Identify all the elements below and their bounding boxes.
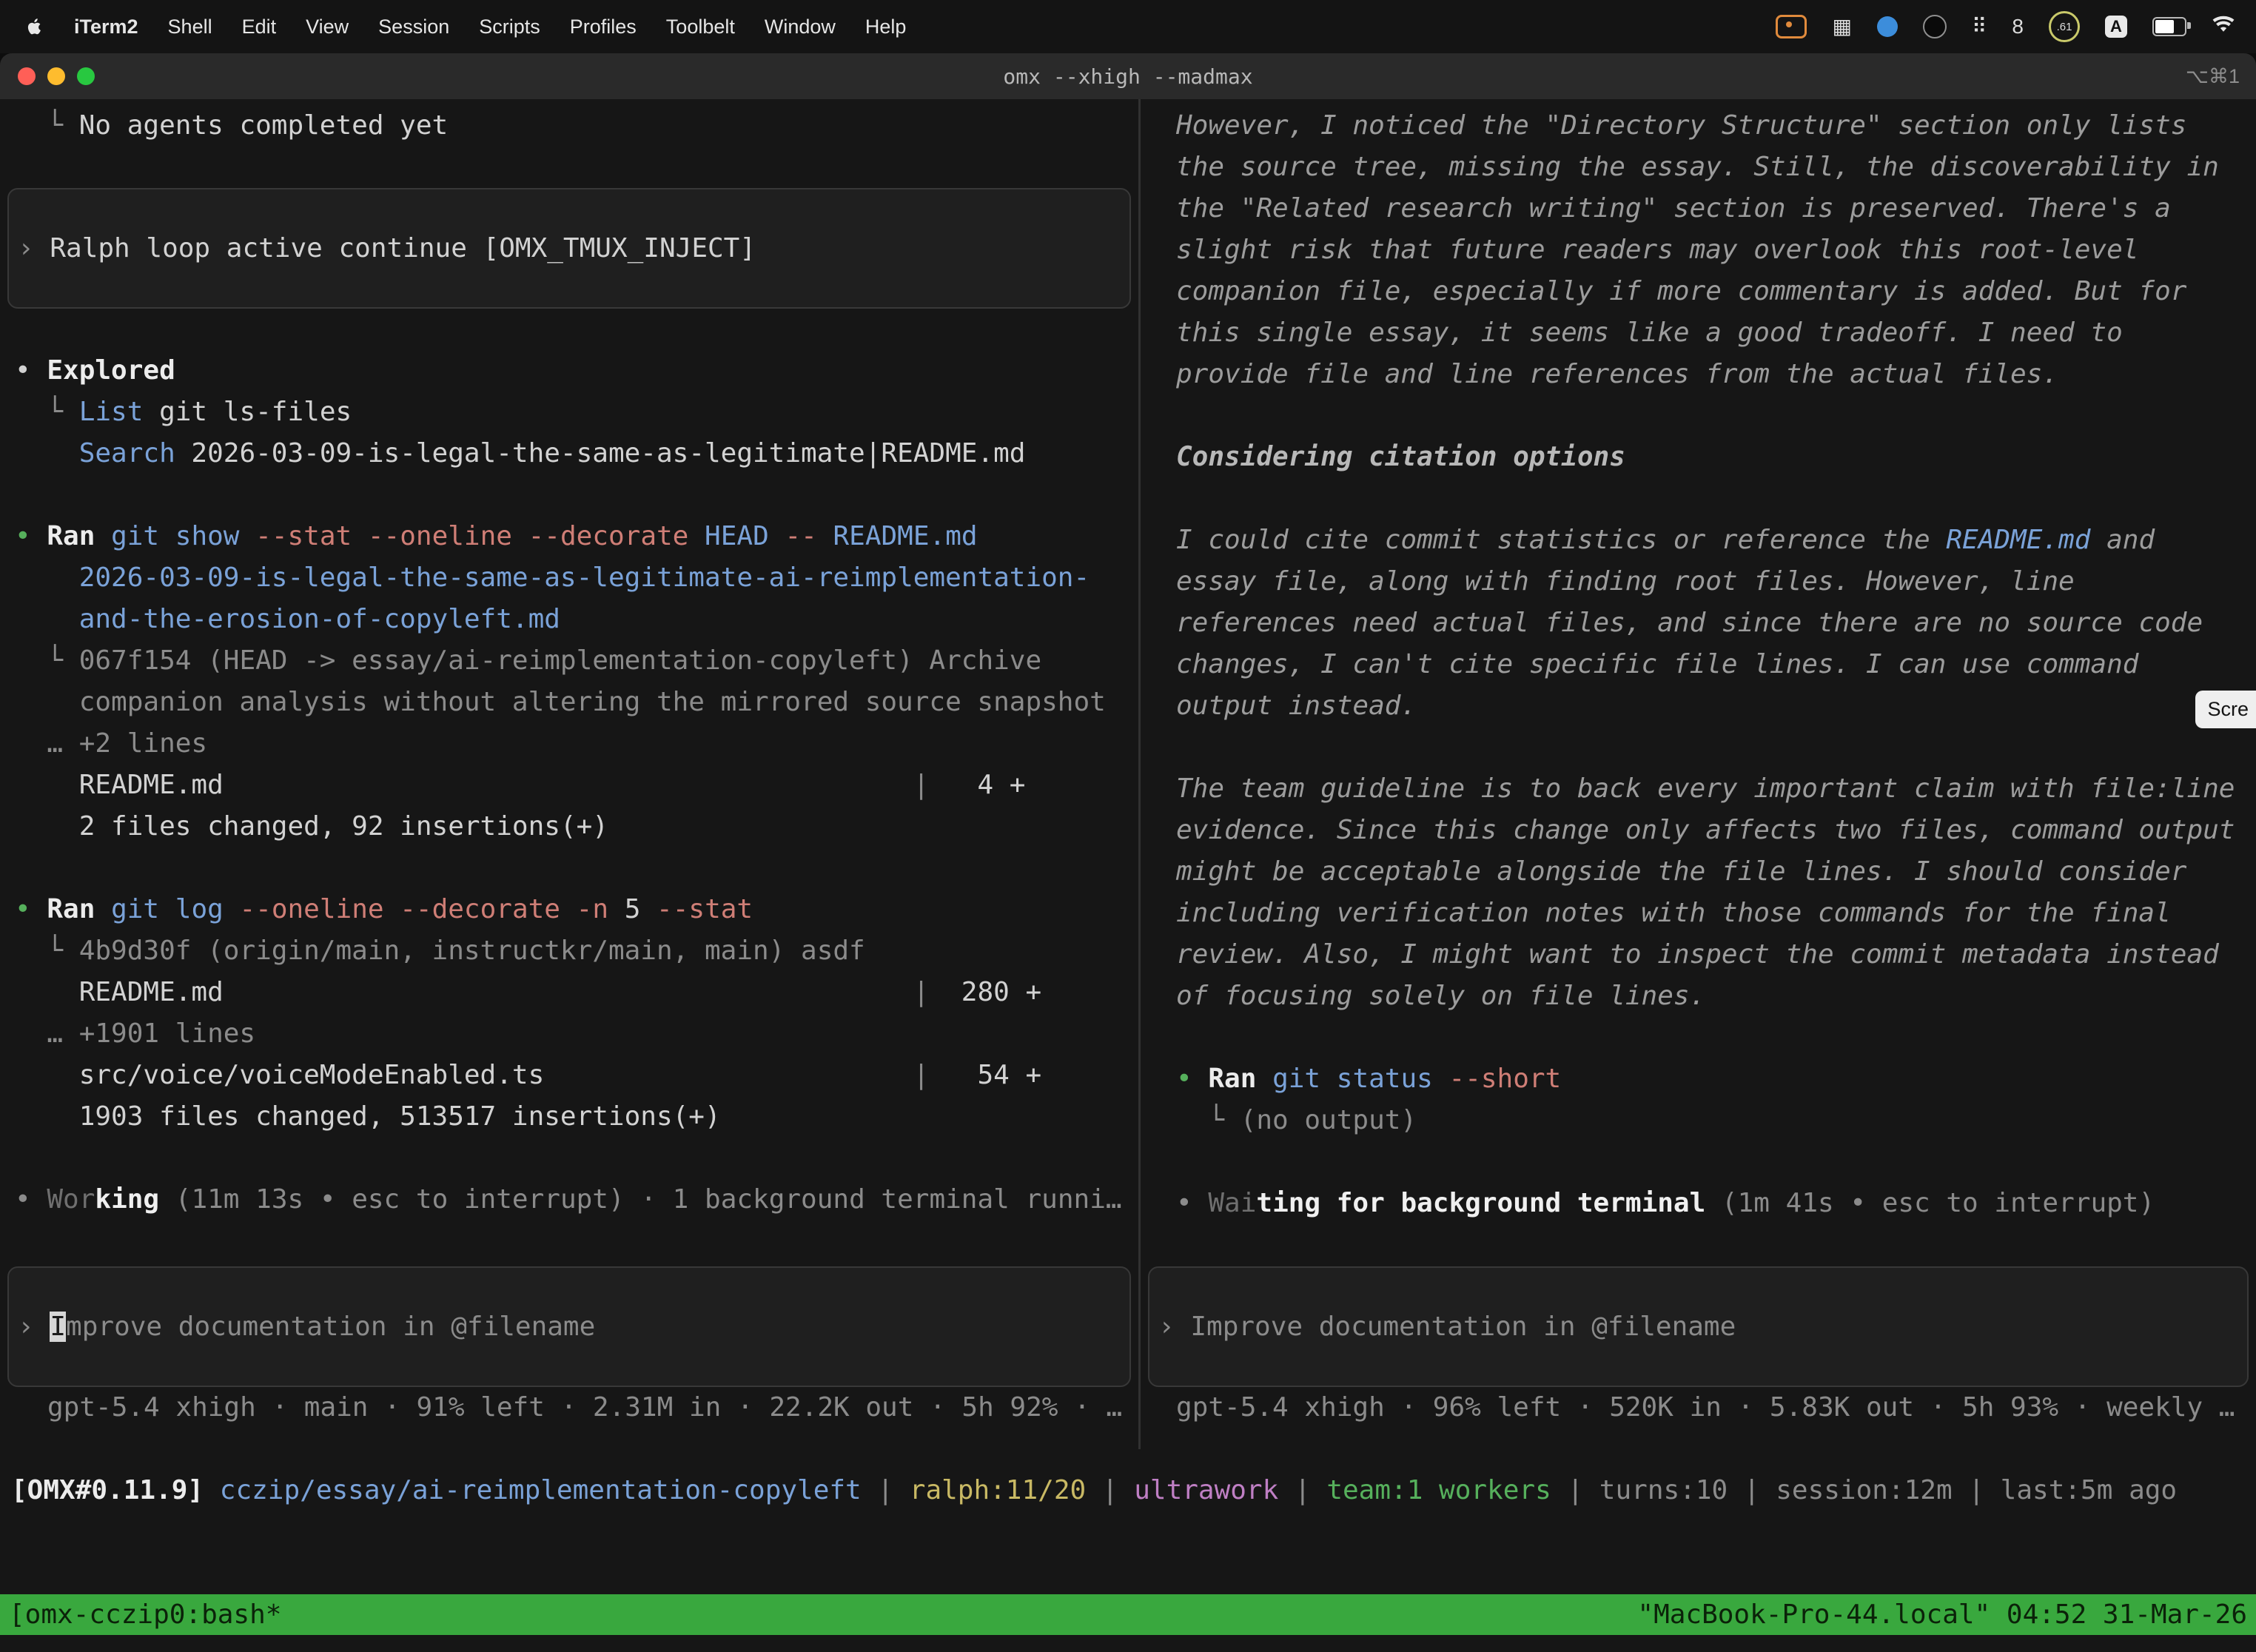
menu-window[interactable]: Window [765,16,836,38]
right-pane[interactable]: However, I noticed the "Directory Struct… [1141,99,2256,1449]
blank-line [1141,478,2256,520]
thinking-line: review. Also, I might want to inspect th… [1141,934,2256,976]
menu-scripts[interactable]: Scripts [479,16,540,38]
blank-line [0,1138,1138,1179]
thinking-line: evidence. Since this change only affects… [1141,810,2256,851]
blank-line [0,309,1138,350]
terminal-line: └ No agents completed yet [0,105,1138,147]
terminal-line: and-the-erosion-of-copyleft.md [0,599,1138,640]
screen-edge-tooltip-label: Scre [2207,698,2249,721]
battery-icon[interactable] [2152,17,2186,36]
blank-line [1141,727,2256,768]
macos-menu-bar: iTerm2 Shell Edit View Session Scripts P… [0,0,2256,53]
thinking-line: slight risk that future readers may over… [1141,229,2256,271]
window-shortcut: ⌥⌘1 [2186,53,2240,99]
ralph-loop-banner: › Ralph loop active continue [OMX_TMUX_I… [7,188,1131,309]
terminal-line: 2 files changed, 92 insertions(+) [0,806,1138,847]
prompt-input-left[interactable]: › Improve documentation in @filename [7,1266,1131,1387]
thinking-line: references need actual files, and since … [1141,602,2256,644]
git-status-command: • Ran git status --short [1141,1058,2256,1100]
wifi-icon[interactable] [2212,15,2235,39]
window-title: omx --xhigh --madmax [0,53,2256,99]
menu-app-name[interactable]: iTerm2 [74,16,138,38]
git-log-command: • Ran git log --oneline --decorate -n 5 … [0,889,1138,930]
screen-edge-tooltip[interactable]: Scre [2195,691,2256,728]
menu-toolbelt[interactable]: Toolbelt [666,16,735,38]
menu-help[interactable]: Help [865,16,907,38]
terminal-line: README.md | 4 + [0,765,1138,806]
menu-shell[interactable]: Shell [168,16,212,38]
terminal-line: 1903 files changed, 513517 insertions(+) [0,1096,1138,1138]
battery-percent-icon[interactable]: .61 [2049,11,2080,42]
tmux-session-label[interactable]: [omx-cczip0:bash* [9,1599,281,1630]
thinking-line: the source tree, missing the essay. Stil… [1141,147,2256,188]
blue-app-icon[interactable] [1877,16,1898,37]
menu-session[interactable]: Session [378,16,449,38]
blank-line [0,847,1138,889]
input-source-icon[interactable]: A [2105,16,2127,38]
explored-header: • Explored [0,350,1138,392]
ralph-loop-line: › Ralph loop active continue [OMX_TMUX_I… [9,228,756,269]
blank-line [1141,1017,2256,1058]
thinking-line: the "Related research writing" section i… [1141,188,2256,229]
thinking-line: I could cite commit statistics or refere… [1141,520,2256,561]
thinking-line: of focusing solely on file lines. [1141,976,2256,1017]
grid-icon[interactable]: ▦ [1832,16,1851,37]
terminal-line: README.md | 280 + [0,972,1138,1013]
terminal-line: └ List git ls-files [0,392,1138,433]
omx-status-line: [OMX#0.11.9] cczip/essay/ai-reimplementa… [0,1470,2256,1511]
prompt-input-right[interactable]: › Improve documentation in @filename [1148,1266,2249,1387]
terminal-line: └ 4b9d30f (origin/main, instructkr/main,… [0,930,1138,972]
prompt-line-right[interactable]: › Improve documentation in @filename [1149,1306,1736,1348]
thinking-line: this single essay, it seems like a good … [1141,312,2256,354]
thinking-line: However, I noticed the "Directory Struct… [1141,105,2256,147]
terminal-line: … +2 lines [0,723,1138,765]
terminal-line: 2026-03-09-is-legal-the-same-as-legitima… [0,557,1138,599]
model-status-right: gpt-5.4 xhigh · 96% left · 520K in · 5.8… [1141,1387,2256,1428]
apple-menu-icon[interactable] [25,17,44,36]
blank-line [1141,395,2256,437]
terminal-line: src/voice/voiceModeEnabled.ts | 54 + [0,1055,1138,1096]
left-pane[interactable]: └ No agents completed yet › Ralph loop a… [0,99,1138,1449]
terminal-window: └ No agents completed yet › Ralph loop a… [0,99,2256,1652]
thinking-line: including verification notes with those … [1141,893,2256,934]
menu-view[interactable]: View [306,16,349,38]
waiting-status-line: • Waiting for background terminal (1m 41… [1141,1183,2256,1224]
menu-profiles[interactable]: Profiles [570,16,637,38]
terminal-line: └ 067f154 (HEAD -> essay/ai-reimplementa… [0,640,1138,682]
window-title-bar[interactable]: omx --xhigh --madmax ⌥⌘1 [0,53,2256,100]
dark-app-icon[interactable] [1923,15,1947,38]
eight-icon[interactable]: 8 [2012,16,2024,37]
tmux-host-time-label: "MacBook-Pro-44.local" 04:52 31-Mar-26 [1637,1599,2247,1630]
prompt-line-left[interactable]: › Improve documentation in @filename [9,1306,595,1348]
blank-line [1141,1141,2256,1183]
dots-grid-icon[interactable]: ⠿ [1972,16,1987,37]
screen-recording-icon[interactable] [1776,15,1807,38]
model-status-left: gpt-5.4 xhigh · main · 91% left · 2.31M … [0,1387,1138,1428]
menu-edit[interactable]: Edit [242,16,277,38]
thinking-line: might be acceptable alongside the file l… [1141,851,2256,893]
thinking-line: output instead. [1141,685,2256,727]
thinking-line: essay file, along with finding root file… [1141,561,2256,602]
thinking-line: The team guideline is to back every impo… [1141,768,2256,810]
working-status-line: • Working (11m 13s • esc to interrupt) ·… [0,1179,1138,1220]
thinking-line: provide file and line references from th… [1141,354,2256,395]
terminal-line: … +1901 lines [0,1013,1138,1055]
blank-line [0,147,1138,188]
terminal-line: companion analysis without altering the … [0,682,1138,723]
terminal-line: Search 2026-03-09-is-legal-the-same-as-l… [0,433,1138,474]
git-show-command: • Ran git show --stat --oneline --decora… [0,516,1138,557]
blank-line [0,474,1138,516]
thinking-line: companion file, especially if more comme… [1141,271,2256,312]
terminal-line: └ (no output) [1141,1100,2256,1141]
thinking-heading: Considering citation options [1141,437,2256,478]
tmux-status-bar: [omx-cczip0:bash* "MacBook-Pro-44.local"… [0,1594,2256,1635]
thinking-line: changes, I can't cite specific file line… [1141,644,2256,685]
